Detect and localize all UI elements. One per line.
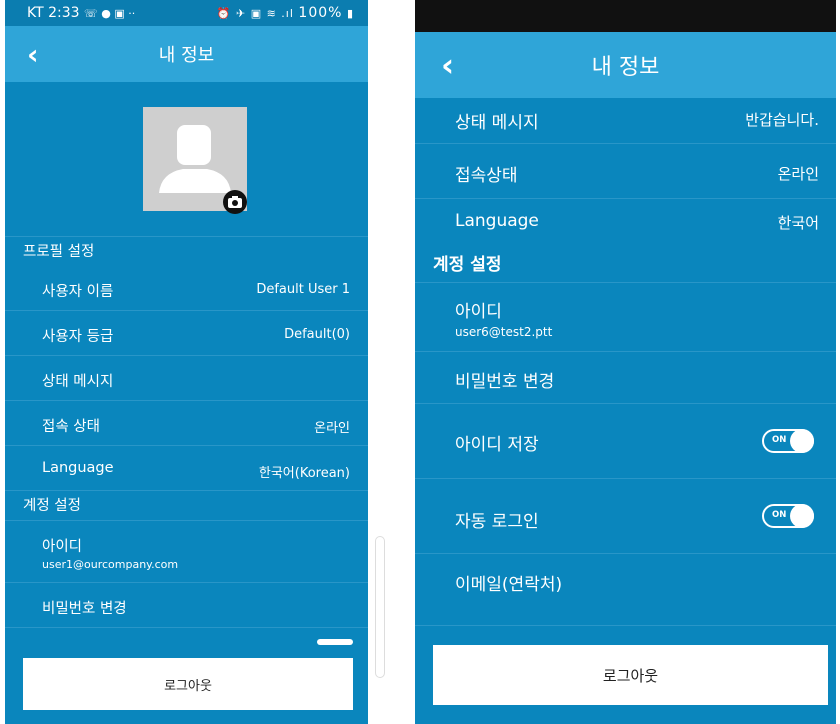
row-value: 온라인 <box>314 421 350 436</box>
row-user-id[interactable]: 아이디 user6@test2.ptt <box>415 283 836 352</box>
row-label: 상태 메시지 <box>455 113 539 133</box>
back-icon[interactable]: ‹ <box>27 38 39 71</box>
row-change-password[interactable]: 비밀번호 변경 <box>415 352 836 404</box>
row-label: 비밀번호 변경 <box>42 601 127 617</box>
row-user-name[interactable]: 사용자 이름 Default User 1 <box>5 266 368 311</box>
row-status-message[interactable]: 상태 메시지 <box>5 356 368 401</box>
row-label: 사용자 이름 <box>42 284 114 300</box>
row-status-message[interactable]: 상태 메시지 반갑습니다. <box>415 98 836 144</box>
row-label: 이메일(연락처) <box>455 575 563 595</box>
row-value: Default User 1 <box>256 282 350 297</box>
row-change-password[interactable]: 비밀번호 변경 <box>5 583 368 628</box>
row-connection-status[interactable]: 접속 상태 온라인 <box>5 401 368 446</box>
status-icons: ⏰ ✈ ▣ ≋ .ıl 100% ▮ <box>216 5 354 21</box>
account-section-header: 계정 설정 <box>5 491 368 521</box>
row-value: 한국어 <box>777 214 819 232</box>
row-save-id[interactable]: 아이디 저장 ON <box>415 404 836 479</box>
row-label: 아이디 <box>42 539 83 555</box>
row-label: 비밀번호 변경 <box>455 372 555 392</box>
app-header: ‹ 내 정보 <box>5 26 368 82</box>
right-phone-screen: ‹ 내 정보 상태 메시지 반갑습니다. 접속상태 온라인 Language 한… <box>415 0 836 724</box>
back-icon[interactable]: ‹ <box>441 46 454 84</box>
profile-section-header: 프로필 설정 <box>5 236 368 266</box>
row-label: 상태 메시지 <box>42 374 114 390</box>
row-label: 아이디 저장 <box>455 435 539 455</box>
row-value: 한국어(Korean) <box>258 466 350 481</box>
row-language[interactable]: Language 한국어(Korean) <box>5 446 368 491</box>
row-email[interactable]: 이메일(연락처) <box>415 554 836 626</box>
status-bar <box>415 0 836 32</box>
row-label: Language <box>455 211 539 231</box>
account-section-header: 계정 설정 <box>415 247 836 283</box>
toggle-state: ON <box>772 435 787 445</box>
logout-button[interactable]: 로그아웃 <box>23 658 353 710</box>
row-label: 사용자 등급 <box>42 329 114 345</box>
row-value: 반갑습니다. <box>745 111 819 129</box>
page-title: 내 정보 <box>591 55 660 80</box>
app-header: ‹ 내 정보 <box>415 32 836 98</box>
row-label: 아이디 <box>455 302 502 322</box>
page-title: 내 정보 <box>158 45 215 66</box>
status-bar: KT 2:33 ☏ ● ▣ ·· ⏰ ✈ ▣ ≋ .ıl 100% ▮ <box>5 0 368 26</box>
row-label: 자동 로그인 <box>455 512 539 532</box>
row-auto-login[interactable]: 자동 로그인 ON <box>415 479 836 554</box>
row-label: 접속상태 <box>455 166 518 186</box>
save-id-toggle[interactable]: ON <box>762 429 814 453</box>
status-time: KT 2:33 ☏ ● ▣ ·· <box>27 5 136 21</box>
row-connection-status[interactable]: 접속상태 온라인 <box>415 144 836 199</box>
row-label: 접속 상태 <box>42 419 100 435</box>
row-label: Language <box>42 460 114 476</box>
left-phone-screen: KT 2:33 ☏ ● ▣ ·· ⏰ ✈ ▣ ≋ .ıl 100% ▮ ‹ 내 … <box>5 0 368 724</box>
toggle-knob <box>790 429 814 453</box>
logout-button[interactable]: 로그아웃 <box>433 645 828 705</box>
row-value: 온라인 <box>777 165 819 183</box>
row-user-id[interactable]: 아이디 user1@ourcompany.com <box>5 521 368 583</box>
toggle-state: ON <box>772 510 787 520</box>
row-value: Default(0) <box>284 327 350 342</box>
row-language[interactable]: Language 한국어 <box>415 199 836 247</box>
row-sublabel: user6@test2.ptt <box>455 325 553 339</box>
partial-toggle[interactable] <box>317 639 353 645</box>
row-user-grade[interactable]: 사용자 등급 Default(0) <box>5 311 368 356</box>
camera-icon[interactable] <box>223 190 247 214</box>
row-sublabel: user1@ourcompany.com <box>42 558 179 571</box>
toggle-knob <box>790 504 814 528</box>
scroll-handle[interactable] <box>375 536 385 678</box>
auto-login-toggle[interactable]: ON <box>762 504 814 528</box>
battery-icon: ▮ <box>346 7 354 20</box>
